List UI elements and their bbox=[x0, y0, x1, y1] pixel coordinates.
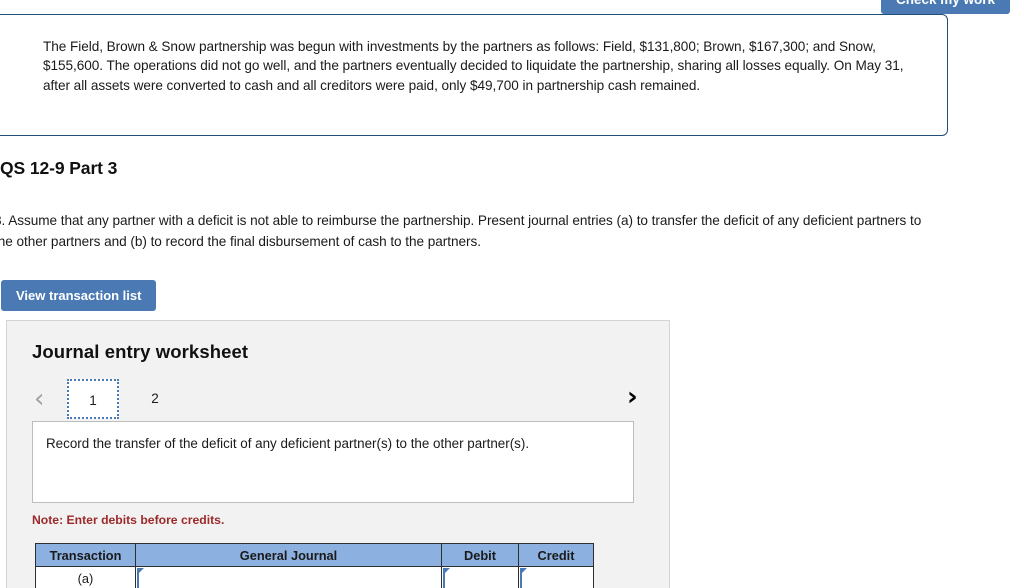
check-my-work-button[interactable]: Check my work bbox=[881, 0, 1010, 14]
journal-entry-worksheet-panel: Journal entry worksheet ‹ 1 2 › Record t… bbox=[6, 320, 670, 588]
debits-before-credits-note: Note: Enter debits before credits. bbox=[32, 513, 225, 527]
next-entry-chevron-icon[interactable]: › bbox=[627, 377, 638, 417]
cell-credit-input[interactable] bbox=[518, 566, 594, 588]
journal-entry-table: Transaction General Journal Debit Credit… bbox=[35, 543, 594, 588]
view-transaction-list-button[interactable]: View transaction list bbox=[1, 280, 157, 311]
column-header-credit: Credit bbox=[518, 543, 594, 567]
page-title: QS 12-9 Part 3 bbox=[0, 158, 118, 178]
page-root: Check my work The Field, Brown & Snow pa… bbox=[0, 0, 1024, 588]
cell-debit-input[interactable] bbox=[441, 566, 519, 588]
previous-entry-chevron-icon[interactable]: ‹ bbox=[34, 379, 44, 419]
entry-prompt-box: Record the transfer of the deficit of an… bbox=[32, 421, 634, 503]
entry-prompt-text: Record the transfer of the deficit of an… bbox=[46, 436, 530, 451]
column-header-general-journal: General Journal bbox=[135, 543, 442, 567]
column-header-transaction: Transaction bbox=[35, 543, 136, 567]
worksheet-pager: ‹ 1 2 › bbox=[7, 379, 671, 423]
cell-transaction-label: (a) bbox=[35, 566, 136, 588]
scenario-text: The Field, Brown & Snow partnership was … bbox=[43, 39, 904, 93]
worksheet-title: Journal entry worksheet bbox=[32, 341, 249, 362]
column-header-debit: Debit bbox=[441, 543, 519, 567]
worksheet-tab-2[interactable]: 2 bbox=[129, 379, 181, 419]
cell-general-journal-input[interactable] bbox=[135, 566, 442, 588]
table-header-row: Transaction General Journal Debit Credit bbox=[35, 543, 594, 567]
table-row: (a) bbox=[35, 566, 594, 588]
scenario-info-box: The Field, Brown & Snow partnership was … bbox=[0, 14, 948, 136]
requirement-text: 3. Assume that any partner with a defici… bbox=[0, 213, 922, 249]
worksheet-tab-1[interactable]: 1 bbox=[67, 379, 119, 419]
